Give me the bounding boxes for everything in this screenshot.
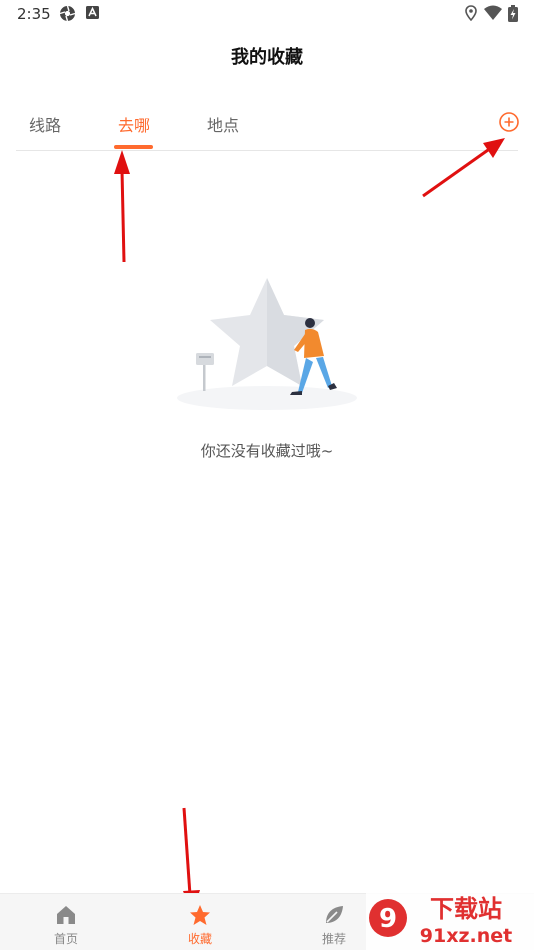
tab-bar: 线路 去哪 地点 [16, 108, 520, 151]
tab-places[interactable]: 地点 [207, 112, 239, 136]
leaf-icon [326, 906, 343, 923]
nav-recommend[interactable]: 推荐 [294, 894, 374, 950]
star-person-illustration [177, 278, 357, 410]
page-title: 我的收藏 [231, 47, 303, 68]
empty-message: 你还没有收藏过哦~ [200, 442, 334, 460]
nav-home[interactable]: 首页 [26, 894, 106, 950]
location-icon [465, 5, 477, 21]
nav-favorites[interactable]: 收藏 [160, 894, 240, 950]
tab-destinations[interactable]: 去哪 [118, 112, 150, 136]
tab-routes[interactable]: 线路 [29, 112, 61, 136]
nav-label-recommend: 推荐 [321, 932, 346, 946]
nav-label-home: 首页 [53, 932, 78, 946]
svg-text:9: 9 [379, 904, 397, 934]
status-time: 2:35 [17, 5, 51, 23]
star-icon [190, 905, 210, 925]
home-icon [57, 906, 75, 924]
battery-charging-icon [508, 5, 518, 22]
app-a-icon [86, 6, 99, 19]
svg-text:91xz.net: 91xz.net [420, 925, 512, 947]
svg-text:下载站: 下载站 [430, 895, 502, 923]
active-tab-indicator [114, 145, 153, 149]
aperture-icon [59, 5, 76, 22]
nav-label-favorites: 收藏 [187, 932, 212, 946]
watermark-logo: 9 下载站 91xz.net [366, 890, 534, 950]
wifi-icon [484, 5, 502, 20]
plus-circle-icon[interactable] [498, 111, 520, 133]
status-bar: 2:35 [0, 0, 534, 28]
